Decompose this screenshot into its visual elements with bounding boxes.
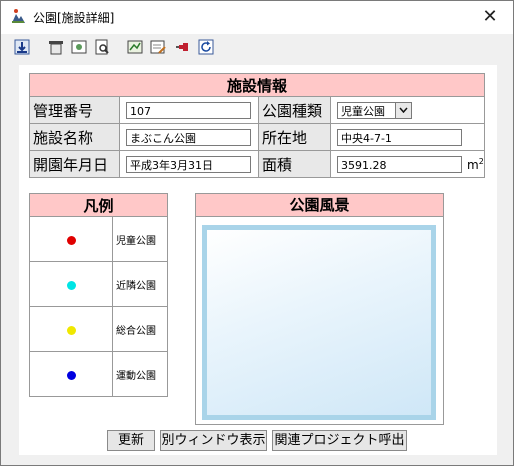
legend-header: 凡例	[29, 193, 168, 217]
close-button[interactable]: ✕	[467, 1, 513, 31]
legend-label: 総合公園	[112, 306, 168, 352]
legend-dot-red	[66, 235, 76, 245]
legend-label: 運動公園	[112, 351, 168, 397]
label-name: 施設名称	[29, 123, 120, 151]
legend-dot-cyan	[66, 280, 76, 290]
form-edit-icon[interactable]	[149, 38, 167, 56]
opened-date-field[interactable]: 平成3年3月31日	[126, 155, 251, 173]
content-area: 施設情報 管理番号 107 公園種類 児童公園 施設名称 まぶこん公園 所在地 …	[1, 60, 513, 465]
park-icon	[12, 9, 25, 23]
download-icon[interactable]	[13, 38, 31, 56]
area-unit: m2	[467, 157, 484, 172]
title-bar: 公園[施設詳細] ✕	[1, 1, 513, 31]
update-button[interactable]: 更新	[107, 430, 155, 451]
id-field[interactable]: 107	[126, 101, 251, 119]
pin-icon[interactable]	[173, 38, 191, 56]
refresh-icon[interactable]	[197, 38, 215, 56]
detail-panel: 施設情報 管理番号 107 公園種類 児童公園 施設名称 まぶこん公園 所在地 …	[19, 65, 497, 455]
toolbar	[1, 34, 513, 60]
legend-label: 近隣公園	[112, 261, 168, 307]
label-type: 公園種類	[258, 96, 331, 124]
facility-info-header: 施設情報	[29, 73, 485, 97]
park-photo[interactable]	[202, 225, 436, 420]
name-field[interactable]: まぶこん公園	[126, 128, 251, 146]
address-field[interactable]: 中央4-7-1	[337, 128, 462, 146]
label-id: 管理番号	[29, 96, 120, 124]
dropdown-arrow-icon[interactable]	[395, 101, 412, 119]
map-edit-icon[interactable]	[126, 38, 144, 56]
label-opened: 開園年月日	[29, 150, 120, 178]
area-unit-exponent: 2	[478, 156, 484, 166]
legend-label: 児童公園	[112, 216, 168, 262]
open-window-button[interactable]: 別ウィンドウ表示	[160, 430, 267, 451]
legend-table: 凡例 児童公園 近隣公園 総合公園 運動公園	[29, 193, 168, 397]
area-field[interactable]: 3591.28	[337, 155, 462, 173]
facility-info-table: 施設情報 管理番号 107 公園種類 児童公園 施設名称 まぶこん公園 所在地 …	[29, 73, 485, 178]
label-area: 面積	[258, 150, 331, 178]
label-address: 所在地	[258, 123, 331, 151]
scene-header: 公園風景	[196, 194, 443, 217]
type-select[interactable]: 児童公園	[337, 101, 395, 119]
related-project-button[interactable]: 関連プロジェクト呼出	[272, 430, 407, 451]
image-icon[interactable]	[70, 38, 88, 56]
layer-icon[interactable]	[47, 38, 65, 56]
app-window: 公園[施設詳細] ✕ 施設情報 管理番号 107 公園種類 児童公園 施設名称 …	[0, 0, 514, 466]
legend-dot-blue	[66, 370, 76, 380]
legend-dot-yellow	[66, 325, 76, 335]
window-title: 公園[施設詳細]	[33, 11, 115, 25]
preview-icon[interactable]	[93, 38, 111, 56]
scene-panel: 公園風景	[195, 193, 444, 425]
area-unit-base: m	[467, 157, 479, 172]
